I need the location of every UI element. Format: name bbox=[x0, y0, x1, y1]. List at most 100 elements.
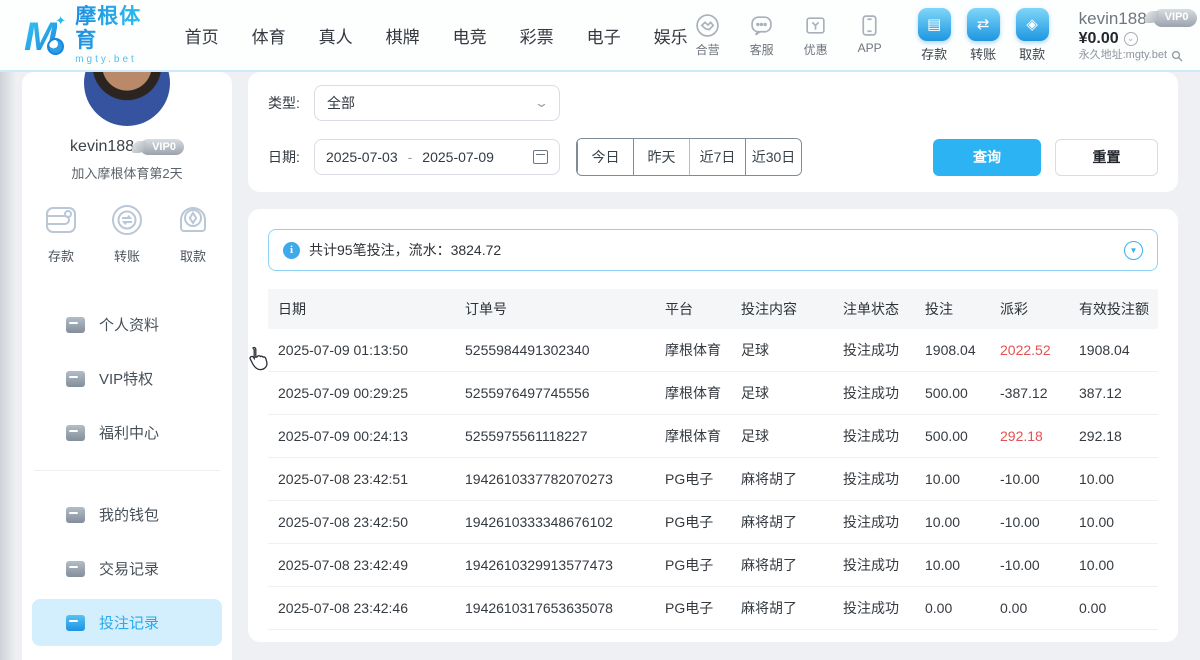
cell-date: 2025-07-09 00:29:25 bbox=[268, 385, 455, 401]
nav-item[interactable]: 电竞 bbox=[453, 23, 487, 48]
sidebar-menu-item[interactable]: 我的钱包 bbox=[32, 491, 222, 538]
nav-item[interactable]: 真人 bbox=[319, 23, 353, 48]
menu-item-icon bbox=[66, 425, 85, 441]
date-from: 2025-07-03 bbox=[326, 149, 398, 165]
nav-item[interactable]: 电子 bbox=[587, 23, 621, 48]
col-date: 日期 bbox=[268, 299, 455, 319]
cell-order: 1942610329913577473 bbox=[455, 557, 655, 573]
cell-payout: 0.00 bbox=[990, 600, 1069, 616]
wallet-action-button[interactable]: ◈ 取款 bbox=[1016, 8, 1049, 63]
cell-platform: PG电子 bbox=[655, 598, 731, 618]
partner-link[interactable]: 合营 bbox=[688, 13, 728, 58]
chat-icon bbox=[749, 13, 774, 38]
site-logo[interactable]: M ✦ 摩根体育 mgty.bet bbox=[24, 5, 147, 64]
menu-item-icon bbox=[66, 561, 85, 577]
promo-link[interactable]: 优惠 bbox=[796, 13, 836, 58]
cell-order: 1942610333348676102 bbox=[455, 514, 655, 530]
cell-bet: 10.00 bbox=[915, 514, 990, 530]
cell-date: 2025-07-08 23:42:51 bbox=[268, 471, 455, 487]
cell-payout: 292.18 bbox=[990, 428, 1069, 444]
nav-item[interactable]: 首页 bbox=[185, 23, 219, 48]
nav-item[interactable]: 体育 bbox=[252, 23, 286, 48]
cell-status: 投注成功 bbox=[833, 641, 915, 642]
reset-button[interactable]: 重置 bbox=[1055, 139, 1158, 176]
menu-item-icon bbox=[66, 615, 85, 631]
date-shortcut-button[interactable]: 近7日 bbox=[689, 139, 745, 175]
type-select[interactable]: 全部 ⌄ bbox=[314, 85, 560, 121]
cell-valid: 10.00 bbox=[1069, 557, 1160, 573]
cell-payout: -387.12 bbox=[990, 385, 1069, 401]
cell-status: 投注成功 bbox=[833, 383, 915, 403]
sidebar-menu-item[interactable]: 投注记录 bbox=[32, 599, 222, 646]
cell-order: 5255984491302340 bbox=[455, 342, 655, 358]
nav-item[interactable]: 棋牌 bbox=[386, 23, 420, 48]
wallet-action-icon: ⇄ bbox=[967, 8, 1000, 41]
cell-order: 5255975561118227 bbox=[455, 428, 655, 444]
date-range-input[interactable]: 2025-07-03 - 2025-07-09 bbox=[314, 139, 560, 175]
refresh-balance-icon[interactable]: ⌄ bbox=[1124, 32, 1138, 46]
menu-item-icon bbox=[66, 317, 85, 333]
sidebar-vip-badge: VIP0 bbox=[140, 139, 184, 155]
cell-platform: 摩根体育 bbox=[655, 426, 731, 446]
cell-valid: 387.12 bbox=[1069, 385, 1160, 401]
cell-status: 投注成功 bbox=[833, 598, 915, 618]
summary-text: 共计95笔投注，流水：3824.72 bbox=[309, 240, 501, 260]
coupon-icon bbox=[803, 13, 828, 38]
deposit-button[interactable]: 存款 bbox=[41, 200, 81, 265]
info-icon: i bbox=[283, 242, 300, 259]
cell-status: 投注成功 bbox=[833, 512, 915, 532]
sparkle-icon: ✦ bbox=[55, 13, 66, 29]
cell-date: 2025-07-08 23:42:46 bbox=[268, 600, 455, 616]
col-order: 订单号 bbox=[455, 299, 655, 319]
summary-bar: i 共计95笔投注，流水：3824.72 ▼ bbox=[268, 229, 1158, 271]
sidebar-menu-item[interactable]: 个人资料 bbox=[32, 301, 222, 348]
sidebar-menu-item[interactable]: VIP特权 bbox=[32, 355, 222, 402]
table-header-row: 日期 订单号 平台 投注内容 注单状态 投注 派彩 有效投注额 bbox=[268, 289, 1158, 329]
col-platform: 平台 bbox=[655, 299, 731, 319]
menu-item-icon bbox=[66, 371, 85, 387]
date-shortcut-button[interactable]: 昨天 bbox=[633, 139, 689, 175]
wallet-action-button[interactable]: ⇄ 转账 bbox=[967, 8, 1000, 63]
table-row: 2025-07-09 00:29:25 5255976497745556 摩根体… bbox=[268, 372, 1158, 415]
nav-item[interactable]: 娱乐 bbox=[654, 23, 688, 48]
cell-date: 2025-07-09 01:13:50 bbox=[268, 342, 455, 358]
wallet-action-button[interactable]: ▤ 存款 bbox=[918, 8, 951, 63]
phone-icon bbox=[857, 13, 882, 38]
table-row: 2025-07-08 23:42:49 1942610329913577473 … bbox=[268, 544, 1158, 587]
date-shortcut-button[interactable]: 今日 bbox=[577, 139, 633, 175]
magnifier-icon[interactable] bbox=[1171, 50, 1183, 62]
cell-valid: 0.00 bbox=[1069, 600, 1160, 616]
app-link[interactable]: APP bbox=[850, 13, 890, 58]
withdraw-button[interactable]: 取款 bbox=[173, 200, 213, 265]
cell-payout: -10.00 bbox=[990, 471, 1069, 487]
cell-status: 投注成功 bbox=[833, 469, 915, 489]
type-label: 类型: bbox=[268, 93, 314, 113]
sidebar-menu-item[interactable]: 福利中心 bbox=[32, 409, 222, 456]
transfer-button[interactable]: 转账 bbox=[107, 200, 147, 265]
search-button[interactable]: 查询 bbox=[933, 139, 1041, 176]
sidebar-menu: 个人资料 VIP特权 福利中心 bbox=[22, 301, 232, 660]
scroll-down-icon[interactable]: ▼ bbox=[1124, 241, 1143, 260]
cell-content: 足球 bbox=[731, 340, 833, 360]
football-icon bbox=[47, 38, 64, 55]
filter-panel: 类型: 全部 ⌄ 日期: 2025-07-03 - 2025-07-09 今日 bbox=[248, 72, 1178, 192]
cell-platform: 摩根体育 bbox=[655, 340, 731, 360]
date-shortcut-button[interactable]: 近30日 bbox=[745, 139, 801, 175]
wallet-actions: ▤ 存款 ⇄ 转账 ◈ 取款 bbox=[918, 8, 1049, 63]
cell-platform: PG电子 bbox=[655, 555, 731, 575]
support-link[interactable]: 客服 bbox=[742, 13, 782, 58]
menu-item-icon bbox=[66, 507, 85, 523]
chevron-down-icon: ⌄ bbox=[534, 95, 549, 111]
cell-status: 投注成功 bbox=[833, 340, 915, 360]
col-bet: 投注 bbox=[915, 299, 990, 319]
sidebar-menu-item[interactable]: 交易记录 bbox=[32, 545, 222, 592]
top-header: M ✦ 摩根体育 mgty.bet 首页 体育 真人 棋牌 电竞 彩票 电子 娱… bbox=[0, 0, 1200, 72]
cell-bet: 10.00 bbox=[915, 557, 990, 573]
menu-divider bbox=[34, 470, 220, 471]
wallet-action-icon: ▤ bbox=[918, 8, 951, 41]
nav-item[interactable]: 彩票 bbox=[520, 23, 554, 48]
cell-valid: 10.00 bbox=[1069, 471, 1160, 487]
deposit-icon bbox=[41, 200, 81, 240]
cell-status: 投注成功 bbox=[833, 555, 915, 575]
cell-platform: PG电子 bbox=[655, 512, 731, 532]
